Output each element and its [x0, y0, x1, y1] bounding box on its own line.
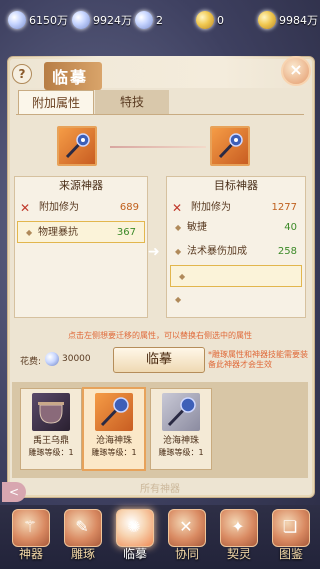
ticket-icon [135, 11, 153, 29]
fee-value: 30000 [62, 354, 91, 364]
tab-extra-attributes[interactable]: 附加属性 [18, 90, 94, 115]
diamond-bullet-icon: ◆ [175, 247, 182, 256]
source-artifact-slot[interactable] [57, 126, 97, 166]
source-row-2-selected[interactable]: ◆ 物理暴抗 367 [17, 221, 145, 243]
diamond-icon [8, 11, 26, 29]
crossed-swords-icon: ✕ [172, 201, 183, 215]
nav-carve[interactable]: ✎ 雕琢 [60, 505, 106, 567]
target-row-empty[interactable]: ◆ [167, 289, 305, 311]
copy-button[interactable]: 临摹 [113, 347, 205, 373]
cauldron-icon [32, 393, 70, 431]
pearl-scepter-icon [162, 393, 200, 431]
currency-ticket[interactable]: 2 [135, 10, 163, 30]
source-row-1[interactable]: ✕ 附加修为 689 [15, 197, 147, 219]
currency-diamond-1[interactable]: 6150万 [8, 10, 68, 30]
currency-diamond-2[interactable]: 9924万 [72, 10, 132, 30]
nav-artifact[interactable]: ⚚ 神器 [8, 505, 54, 567]
hint-text: 点击左侧想要迁移的属性，可以替换右侧选中的属性 [68, 331, 252, 340]
nav-spirit[interactable]: ✦ 契灵 [216, 505, 262, 567]
close-button[interactable]: × [281, 56, 311, 86]
artifact-card-3[interactable]: 沧海神珠 雕琢等级：1 [150, 388, 212, 470]
help-button[interactable]: ? [12, 64, 32, 84]
diamond-icon [45, 352, 59, 366]
arrow-right-icon: ➜ [148, 244, 160, 260]
target-row-1[interactable]: ✕ 附加修为 1277 [167, 197, 305, 219]
target-artifact-slot[interactable] [210, 126, 250, 166]
artifact-card-1[interactable]: 禹王乌鼎 雕琢等级：1 [20, 388, 82, 470]
pearl-scepter-icon [95, 393, 133, 431]
diamond-icon [72, 11, 90, 29]
scepter-icon [65, 133, 90, 159]
all-artifacts-label: 所有神器 [140, 484, 180, 495]
page-title: 临摹 [44, 62, 103, 90]
transfer-arrow [110, 146, 206, 148]
diamond-bullet-icon: ◆ [175, 223, 182, 232]
currency-gold-2[interactable]: 9984万 [258, 10, 318, 30]
target-row-2[interactable]: ◆ 敏捷 40 [167, 217, 305, 239]
currency-bar: 6150万 9924万 2 0 9984万 [0, 0, 320, 40]
target-attribute-box: 目标神器 ✕ 附加修为 1277 ◆ 敏捷 40 ◆ 法术暴伤加成 258 ◆ … [166, 176, 306, 318]
tab-divider [16, 114, 304, 115]
target-row-empty-selected[interactable]: ◆ [170, 265, 302, 287]
tab-special-skills[interactable]: 特技 [95, 90, 169, 114]
nav-book[interactable]: ❏ 图鉴 [268, 505, 314, 567]
fee-label: 花费: [20, 357, 42, 367]
diamond-bullet-icon: ◆ [26, 228, 33, 237]
target-title: 目标神器 [214, 179, 258, 192]
currency-gold-1[interactable]: 0 [196, 10, 224, 30]
diamond-bullet-icon: ◆ [179, 272, 186, 281]
gold-ingot-icon [196, 11, 214, 29]
source-title: 来源神器 [59, 179, 103, 192]
nav-copy-active[interactable]: ✺ 临摹 [112, 505, 158, 567]
nav-synergy[interactable]: ✕ 协同 [164, 505, 210, 567]
source-attribute-box: 来源神器 ✕ 附加修为 689 ◆ 物理暴抗 367 [14, 176, 148, 318]
crossed-swords-icon: ✕ [20, 201, 31, 215]
diamond-bullet-icon: ◆ [175, 295, 182, 304]
target-row-3[interactable]: ◆ 法术暴伤加成 258 [167, 241, 305, 263]
artifact-card-2-selected[interactable]: 沧海神珠 雕琢等级：1 [82, 387, 146, 471]
scepter-icon [218, 133, 243, 159]
collapse-arrow-button[interactable]: < [2, 482, 26, 502]
gold-ingot-icon [258, 11, 276, 29]
effect-note: *雕琢属性和神器技能需要装备此神器才会生效 [208, 350, 308, 369]
